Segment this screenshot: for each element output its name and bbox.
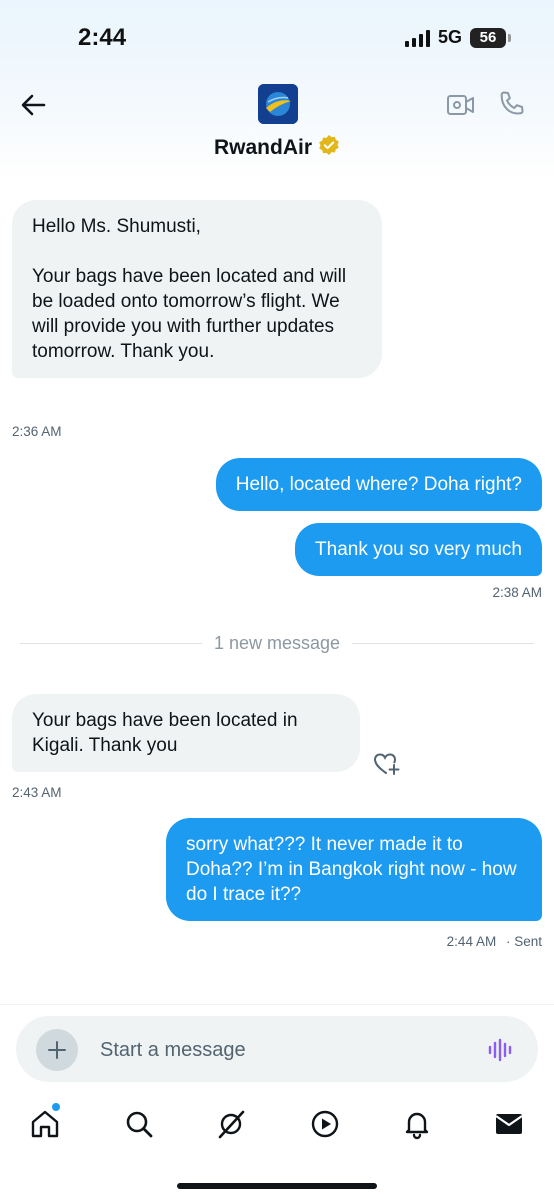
message-timestamp: 2:38 AM (492, 585, 542, 600)
voice-message-icon[interactable] (486, 1037, 516, 1063)
add-reaction-icon[interactable] (372, 751, 402, 777)
search-icon[interactable] (123, 1108, 155, 1140)
message-incoming[interactable]: Your bags have been located in Kigali. T… (12, 694, 360, 772)
video-play-icon[interactable] (309, 1108, 341, 1140)
plus-icon (48, 1041, 66, 1059)
divider-line (20, 642, 202, 644)
message-outgoing[interactable]: Thank you so very much (295, 523, 542, 576)
message-sent-status: · Sent (505, 934, 542, 949)
home-icon[interactable] (29, 1108, 61, 1140)
verified-badge-icon (318, 134, 340, 161)
status-indicators: 5G 56 (404, 27, 511, 48)
battery-level: 56 (479, 29, 497, 46)
divider-label: 1 new message (213, 632, 341, 653)
home-indicator (177, 1183, 377, 1189)
message-timestamp-row: 2:44 AM · Sent (447, 934, 542, 949)
mail-icon[interactable] (493, 1108, 525, 1140)
composer-separator (0, 1004, 554, 1005)
new-messages-divider: 1 new message (20, 632, 535, 654)
message-input[interactable] (100, 1036, 460, 1064)
signal-icon (404, 29, 430, 47)
phone-icon[interactable] (497, 89, 527, 119)
status-time: 2:44 (78, 24, 127, 51)
message-composer (16, 1016, 538, 1082)
message-outgoing[interactable]: sorry what??? It never made it to Doha??… (166, 818, 542, 921)
message-outgoing[interactable]: Hello, located where? Doha right? (215, 458, 542, 511)
avatar[interactable] (258, 84, 298, 124)
network-type: 5G (437, 27, 462, 47)
message-timestamp: 2:43 AM (12, 785, 62, 800)
notification-dot (52, 1103, 60, 1111)
battery-icon: 56 (470, 27, 511, 48)
message-incoming[interactable]: Hello Ms. Shumusti, Your bags have been … (12, 200, 382, 378)
bell-icon[interactable] (401, 1108, 433, 1140)
contact-name-row[interactable]: RwandAir (0, 134, 554, 161)
video-call-icon[interactable] (446, 92, 476, 118)
grok-icon[interactable] (215, 1108, 247, 1140)
message-timestamp: 2:36 AM (12, 424, 62, 439)
back-arrow-icon[interactable] (18, 90, 48, 120)
divider-line (352, 642, 535, 644)
contact-name: RwandAir (213, 135, 312, 159)
add-media-button[interactable] (36, 1029, 78, 1071)
message-timestamp: 2:44 AM (446, 934, 497, 949)
